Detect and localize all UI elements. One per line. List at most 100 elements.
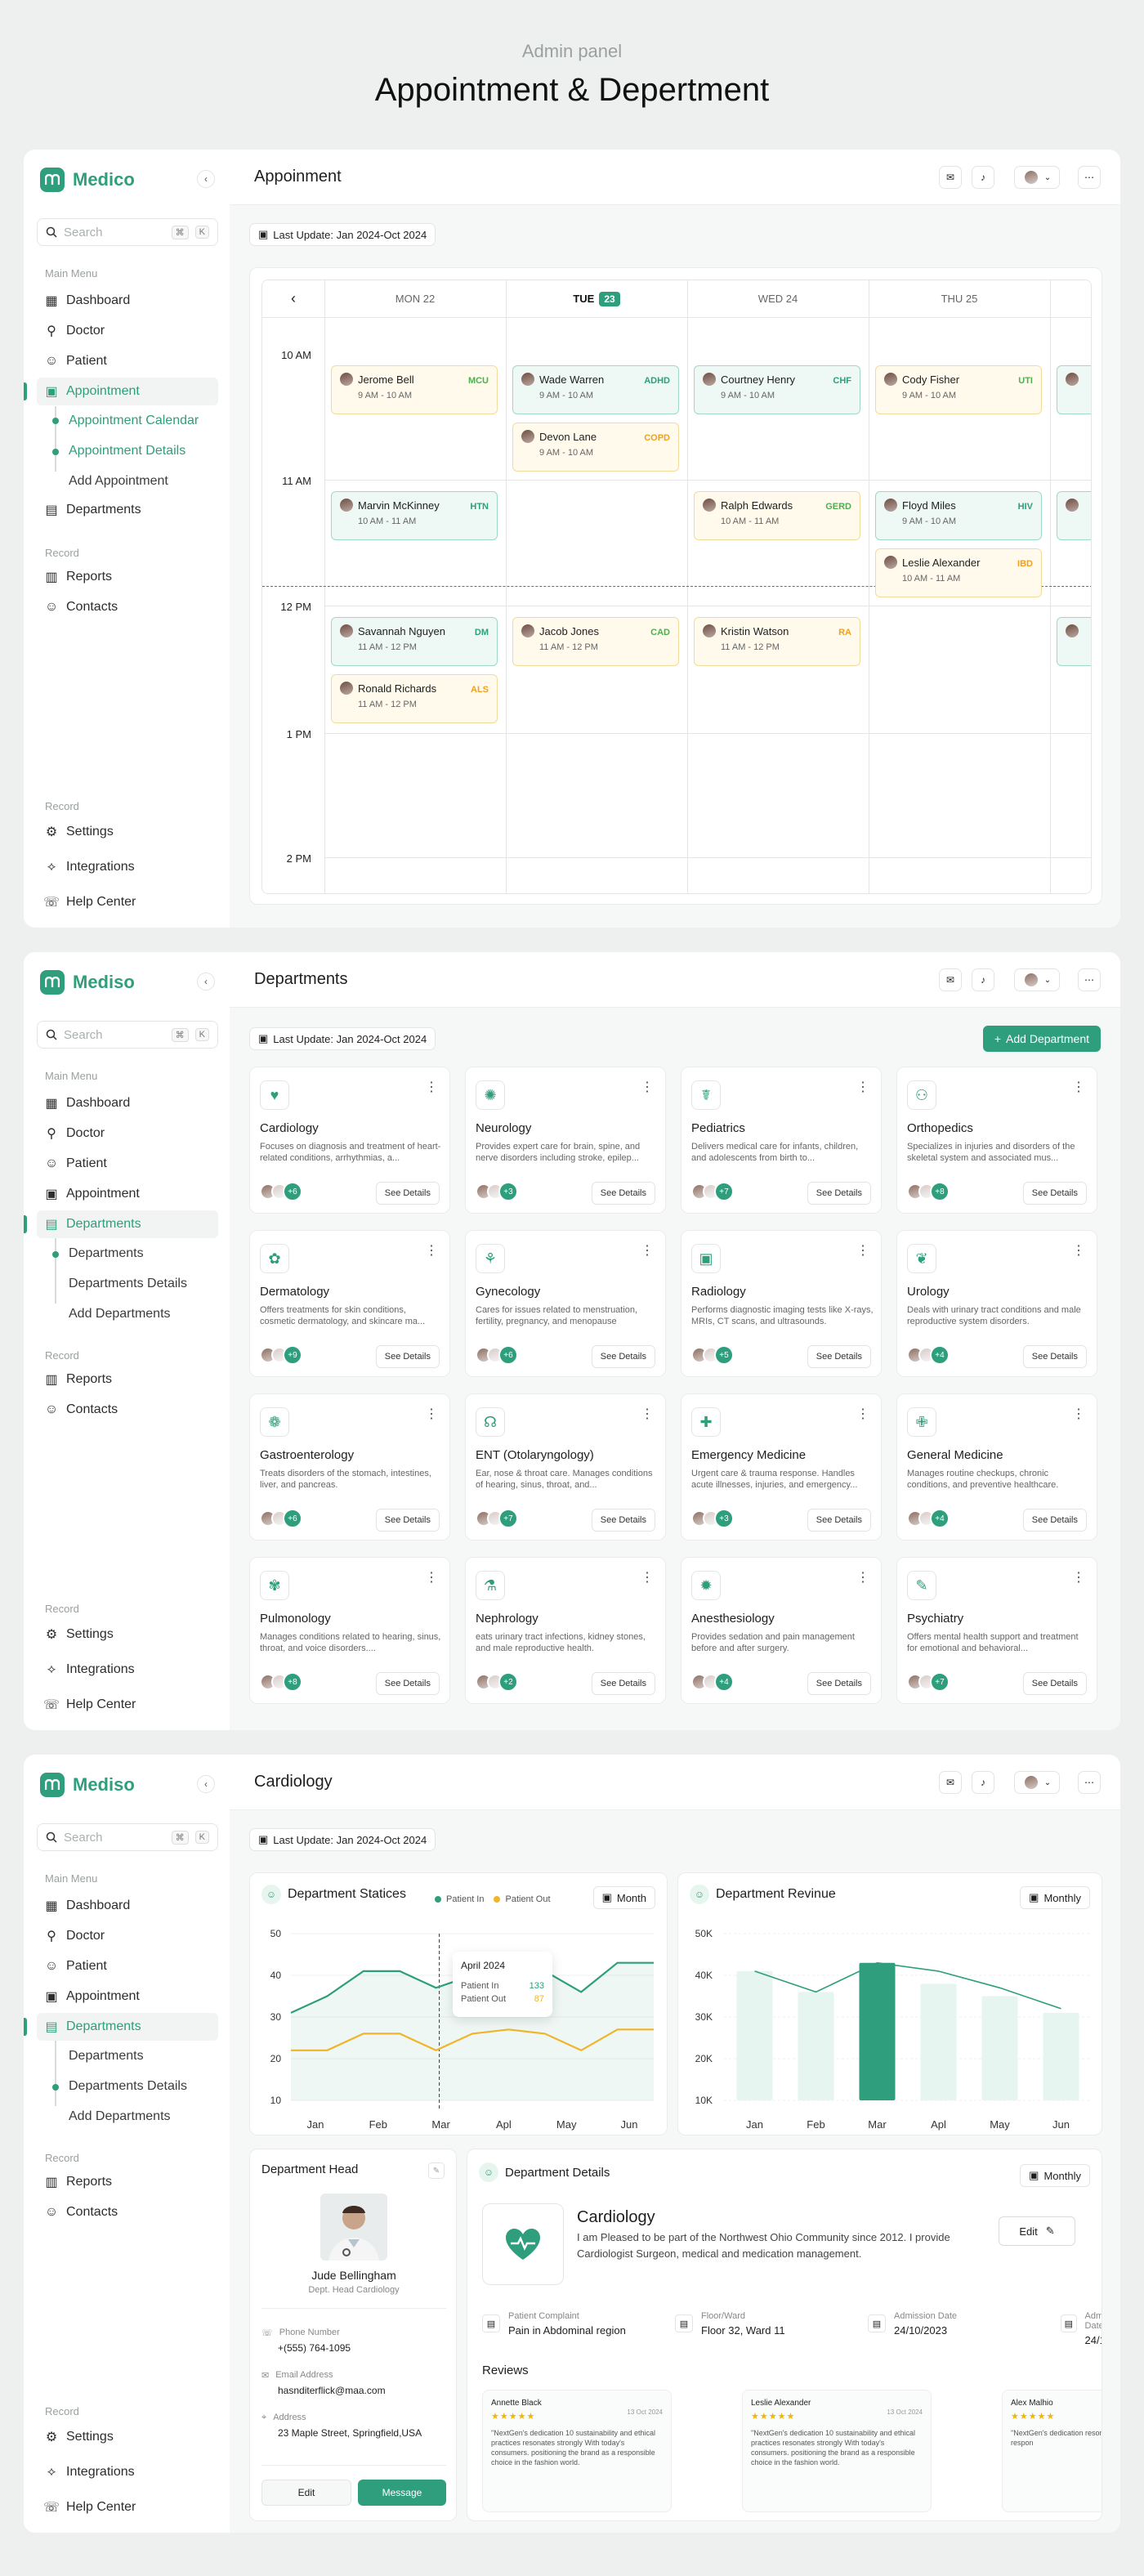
event-card[interactable]: Devon Lane COPD 9 AM - 10 AM (512, 423, 679, 472)
nav-departments[interactable]: ▤ Departments (37, 2013, 218, 2041)
nav-appointment[interactable]: ▣ Appointment (37, 378, 218, 405)
subnav-departments[interactable]: Departments (69, 2049, 144, 2064)
department-card[interactable]: ✹ ⋮ Anesthesiology Provides sedation and pa… (681, 1557, 882, 1704)
more-button[interactable]: ⋯ (1078, 968, 1101, 991)
last-update-badge[interactable]: ▣ Last Update: Jan 2024-Oct 2024 (249, 1828, 436, 1851)
event-card[interactable] (1057, 491, 1091, 540)
see-details-button[interactable]: See Details (807, 1182, 871, 1205)
event-card[interactable]: Leslie Alexander IBD 10 AM - 11 AM (875, 548, 1042, 597)
mail-button[interactable]: ✉ (939, 1771, 962, 1794)
see-details-button[interactable]: See Details (1022, 1672, 1087, 1695)
details-monthly-button[interactable]: ▣ Monthly (1020, 2164, 1090, 2187)
nav-help-center[interactable]: ☏ Help Center (37, 1691, 218, 1719)
more-options-button[interactable]: ⋮ (641, 1406, 654, 1422)
event-card[interactable] (1057, 617, 1091, 666)
nav-reports[interactable]: ▥ Reports (37, 563, 218, 591)
event-card[interactable]: Cody Fisher UTI 9 AM - 10 AM (875, 365, 1042, 414)
nav-settings[interactable]: ⚙ Settings (37, 1621, 218, 1648)
department-card[interactable]: ❦ ⋮ Urology Deals with urinary tract condit… (896, 1230, 1097, 1377)
nav-patient[interactable]: ☺ Patient (37, 1150, 218, 1178)
department-card[interactable]: ♥ ⋮ Cardiology Focuses on diagnosis and tre… (249, 1067, 450, 1214)
department-card[interactable]: ✿ ⋮ Dermatology Offers treatments for skin … (249, 1230, 450, 1377)
more-options-button[interactable]: ⋮ (856, 1242, 869, 1259)
more-options-button[interactable]: ⋮ (856, 1569, 869, 1585)
see-details-button[interactable]: See Details (375, 1509, 440, 1532)
nav-contacts[interactable]: ☺ Contacts (37, 593, 218, 621)
event-card[interactable]: Marvin McKinney HTN 10 AM - 11 AM (331, 491, 498, 540)
nav-dashboard[interactable]: ▦ Dashboard (37, 287, 218, 315)
nav-integrations[interactable]: ⟡ Integrations (37, 1656, 218, 1684)
see-details-button[interactable]: See Details (375, 1672, 440, 1695)
event-card[interactable]: Wade Warren ADHD 9 AM - 10 AM (512, 365, 679, 414)
event-card[interactable]: Ralph Edwards GERD 10 AM - 11 AM (694, 491, 860, 540)
notification-button[interactable]: ♪ (972, 968, 994, 991)
see-details-button[interactable]: See Details (375, 1182, 440, 1205)
prev-week-button[interactable]: ‹ (262, 280, 324, 318)
nav-dashboard[interactable]: ▦ Dashboard (37, 1089, 218, 1117)
event-card[interactable]: Savannah Nguyen DM 11 AM - 12 PM (331, 617, 498, 666)
subnav-add-appointment[interactable]: Add Appointment (69, 474, 168, 489)
department-card[interactable]: ✎ ⋮ Psychiatry Offers mental health support… (896, 1557, 1097, 1704)
subnav-add-departments[interactable]: Add Departments (69, 1307, 171, 1322)
department-card[interactable]: ▣ ⋮ Radiology Performs diagnostic imaging t… (681, 1230, 882, 1377)
subnav-departments[interactable]: Departments (69, 1246, 144, 1261)
profile-menu-button[interactable]: ⌄ (1014, 968, 1060, 991)
last-update-badge[interactable]: ▣ Last Update: Jan 2024-Oct 2024 (249, 223, 436, 246)
see-details-button[interactable]: See Details (1022, 1345, 1087, 1368)
more-options-button[interactable]: ⋮ (1072, 1242, 1085, 1259)
search-input[interactable]: Search ⌘ K (37, 1823, 218, 1851)
nav-help-center[interactable]: ☏ Help Center (37, 2493, 218, 2521)
nav-patient[interactable]: ☺ Patient (37, 1952, 218, 1980)
more-options-button[interactable]: ⋮ (425, 1079, 438, 1095)
nav-integrations[interactable]: ⟡ Integrations (37, 853, 218, 881)
more-options-button[interactable]: ⋮ (641, 1242, 654, 1259)
nav-doctor[interactable]: ⚲ Doctor (37, 1922, 218, 1950)
nav-integrations[interactable]: ⟡ Integrations (37, 2458, 218, 2486)
event-card[interactable] (1057, 365, 1091, 414)
department-card[interactable]: ⚘ ⋮ Gynecology Cares for issues related to … (465, 1230, 666, 1377)
more-button[interactable]: ⋯ (1078, 166, 1101, 189)
nav-departments[interactable]: ▤ Departments (37, 496, 218, 524)
nav-settings[interactable]: ⚙ Settings (37, 2423, 218, 2451)
see-details-button[interactable]: See Details (591, 1672, 655, 1695)
event-card[interactable]: Jacob Jones CAD 11 AM - 12 PM (512, 617, 679, 666)
nav-doctor[interactable]: ⚲ Doctor (37, 1120, 218, 1147)
department-card[interactable]: ☊ ⋮ ENT (Otolaryngology) Ear, nose & throat… (465, 1393, 666, 1541)
more-options-button[interactable]: ⋮ (856, 1079, 869, 1095)
monthly-filter-button[interactable]: ▣ Monthly (1020, 1886, 1090, 1909)
nav-patient[interactable]: ☺ Patient (37, 347, 218, 375)
event-card[interactable]: Floyd Miles HIV 9 AM - 10 AM (875, 491, 1042, 540)
event-card[interactable]: Courtney Henry CHF 9 AM - 10 AM (694, 365, 860, 414)
mail-button[interactable]: ✉ (939, 166, 962, 189)
see-details-button[interactable]: See Details (807, 1672, 871, 1695)
subnav-departments-details[interactable]: Departments Details (69, 1277, 187, 1291)
subnav-appointment-details[interactable]: Appointment Details (69, 444, 185, 458)
see-details-button[interactable]: See Details (591, 1345, 655, 1368)
nav-reports[interactable]: ▥ Reports (37, 2168, 218, 2196)
see-details-button[interactable]: See Details (1022, 1182, 1087, 1205)
message-button[interactable]: Message (358, 2480, 446, 2506)
more-options-button[interactable]: ⋮ (1072, 1406, 1085, 1422)
mail-button[interactable]: ✉ (939, 968, 962, 991)
see-details-button[interactable]: See Details (591, 1182, 655, 1205)
see-details-button[interactable]: See Details (807, 1509, 871, 1532)
nav-dashboard[interactable]: ▦ Dashboard (37, 1892, 218, 1920)
edit-head-button[interactable]: ✎ (428, 2162, 445, 2179)
search-input[interactable]: Search ⌘ K (37, 1021, 218, 1049)
department-card[interactable]: ☤ ⋮ Pediatrics Delivers medical care for in… (681, 1067, 882, 1214)
department-card[interactable]: ❁ ⋮ Gastroenterology Treats disorders of th… (249, 1393, 450, 1541)
nav-reports[interactable]: ▥ Reports (37, 1366, 218, 1393)
see-details-button[interactable]: See Details (591, 1509, 655, 1532)
department-card[interactable]: ⚇ ⋮ Orthopedics Specializes in injuries and… (896, 1067, 1097, 1214)
more-options-button[interactable]: ⋮ (425, 1242, 438, 1259)
more-options-button[interactable]: ⋮ (425, 1406, 438, 1422)
notification-button[interactable]: ♪ (972, 166, 994, 189)
subnav-appointment-calendar[interactable]: Appointment Calendar (69, 414, 199, 428)
profile-menu-button[interactable]: ⌄ (1014, 166, 1060, 189)
department-card[interactable]: ⚗ ⋮ Nephrology eats urinary tract infection… (465, 1557, 666, 1704)
more-options-button[interactable]: ⋮ (856, 1406, 869, 1422)
month-filter-button[interactable]: ▣ Month (592, 1886, 655, 1909)
nav-appointment[interactable]: ▣ Appointment (37, 1983, 218, 2010)
nav-settings[interactable]: ⚙ Settings (37, 818, 218, 846)
event-card[interactable]: Kristin Watson RA 11 AM - 12 PM (694, 617, 860, 666)
